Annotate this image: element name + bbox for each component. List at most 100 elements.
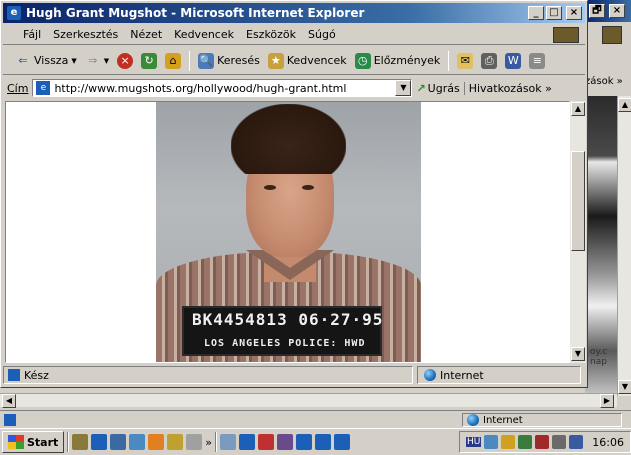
- history-button[interactable]: ◷ Előzmények: [354, 52, 441, 69]
- refresh-icon[interactable]: ↻: [141, 52, 158, 69]
- task-ie3-icon[interactable]: [315, 434, 332, 450]
- background-restore-button[interactable]: 🗗: [589, 4, 605, 18]
- status-bar: Kész Internet: [3, 365, 585, 385]
- desktop-icon[interactable]: [72, 434, 89, 450]
- printer-tray-icon[interactable]: [552, 435, 567, 449]
- search-label: Keresés: [217, 54, 260, 67]
- windows-logo-icon: [553, 27, 579, 43]
- taskbar-separator: [67, 432, 70, 452]
- task-ie2-icon[interactable]: [296, 434, 313, 450]
- scroll-right-arrow-icon[interactable]: ▶: [600, 394, 614, 408]
- background-windows-logo-icon: [602, 26, 622, 44]
- title-bar[interactable]: e Hugh Grant Mugshot - Microsoft Interne…: [3, 3, 585, 23]
- task-paint-icon[interactable]: [277, 434, 294, 450]
- security-zone-label: Internet: [440, 368, 484, 382]
- antivirus-icon[interactable]: [535, 435, 550, 449]
- maximize-button[interactable]: □: [546, 6, 562, 20]
- task-window-icon[interactable]: [220, 434, 237, 450]
- scroll-down-arrow-icon[interactable]: ▼: [571, 347, 585, 361]
- ie-logo-icon[interactable]: e: [7, 6, 21, 20]
- menu-edit[interactable]: Szerkesztés: [53, 28, 118, 41]
- menu-help[interactable]: Súgó: [308, 28, 336, 41]
- favorites-label: Kedvencek: [286, 54, 347, 67]
- folder-icon[interactable]: [167, 434, 184, 450]
- channels-icon[interactable]: [129, 434, 146, 450]
- links-label: Hivatkozások: [468, 81, 542, 95]
- scroll-down-arrow-icon[interactable]: ▼: [618, 380, 631, 394]
- system-tray: HU 16:06: [458, 431, 631, 453]
- menu-view[interactable]: Nézet: [130, 28, 162, 41]
- back-dropdown-icon[interactable]: ▼: [71, 57, 76, 65]
- monitor-icon[interactable]: [518, 435, 533, 449]
- outlook-icon[interactable]: [110, 434, 127, 450]
- page-status-icon: [8, 369, 20, 381]
- stop-icon[interactable]: ×: [117, 52, 134, 69]
- mugshot-hair: [231, 104, 346, 174]
- scroll-up-arrow-icon[interactable]: ▲: [571, 102, 585, 116]
- booking-placard: BK4454813 06·27·95 LOS ANGELES POLICE: H…: [182, 306, 382, 356]
- go-button[interactable]: ↗ Ugrás: [416, 82, 459, 95]
- clock[interactable]: 16:06: [592, 436, 624, 449]
- mail-icon[interactable]: ✉: [457, 52, 474, 69]
- globe-icon: [424, 369, 436, 381]
- links-overflow-icon[interactable]: »: [545, 82, 552, 95]
- start-logo-icon: [8, 435, 24, 449]
- task-ie4-icon[interactable]: [334, 434, 351, 450]
- background-links-label[interactable]: zások »: [585, 76, 623, 87]
- taskbar-separator: [215, 432, 218, 452]
- volume-icon[interactable]: [501, 435, 516, 449]
- background-status-zone: Internet: [462, 413, 622, 427]
- background-titlebar: 🗗 ×: [585, 0, 631, 22]
- messenger-icon[interactable]: [569, 435, 584, 449]
- vertical-scrollbar[interactable]: ▲ ▼: [570, 101, 586, 363]
- tool-icon[interactable]: [186, 434, 203, 450]
- back-button[interactable]: ⇐ Vissza ▼: [15, 53, 76, 69]
- scroll-up-arrow-icon[interactable]: ▲: [618, 98, 631, 112]
- menu-file[interactable]: Fájl: [23, 28, 41, 41]
- ie-quicklaunch-icon[interactable]: [91, 434, 108, 450]
- favorites-button[interactable]: ★ Kedvencek: [267, 52, 347, 69]
- language-indicator[interactable]: HU: [465, 437, 482, 447]
- task-save-icon[interactable]: [258, 434, 275, 450]
- ie-window: e Hugh Grant Mugshot - Microsoft Interne…: [0, 0, 588, 388]
- address-url[interactable]: http://www.mugshots.org/hollywood/hugh-g…: [54, 82, 391, 95]
- discuss-icon[interactable]: ≡: [529, 52, 546, 69]
- taskbar: Start » HU 16:06: [0, 428, 631, 455]
- address-input[interactable]: e http://www.mugshots.org/hollywood/hugh…: [32, 79, 413, 97]
- status-text-panel: Kész: [3, 366, 413, 384]
- network-icon[interactable]: [484, 435, 499, 449]
- forward-dropdown-icon[interactable]: ▼: [104, 57, 109, 65]
- menu-favorites[interactable]: Kedvencek: [174, 28, 234, 41]
- minimize-button[interactable]: _: [528, 6, 544, 20]
- task-ie-icon[interactable]: [239, 434, 256, 450]
- toolbar-separator: [189, 50, 191, 71]
- address-label: Cím: [7, 81, 29, 95]
- background-close-button[interactable]: ×: [609, 4, 625, 18]
- window-title: Hugh Grant Mugshot - Microsoft Internet …: [26, 6, 365, 20]
- background-statusbar: Internet: [0, 410, 631, 428]
- media-icon[interactable]: [148, 434, 165, 450]
- background-horizontal-scrollbar[interactable]: ◀ ▶: [0, 393, 617, 408]
- address-dropdown-icon[interactable]: ▼: [395, 80, 412, 96]
- back-label: Vissza: [34, 54, 69, 67]
- quicklaunch-overflow-icon[interactable]: »: [205, 436, 212, 449]
- print-icon[interactable]: ⎙: [481, 52, 498, 69]
- history-label: Előzmények: [373, 54, 441, 67]
- mugshot-right-eye: [302, 185, 314, 190]
- forward-button[interactable]: ⇒ ▼: [85, 53, 109, 69]
- page-content: BK4454813 06·27·95 LOS ANGELES POLICE: H…: [5, 101, 570, 363]
- search-button[interactable]: 🔍 Keresés: [198, 52, 260, 69]
- start-button[interactable]: Start: [2, 431, 65, 453]
- links-bar[interactable]: Hivatkozások »: [463, 81, 552, 95]
- edit-icon[interactable]: W: [505, 52, 522, 69]
- page-status-icon: [4, 414, 16, 426]
- home-icon[interactable]: ⌂: [165, 52, 182, 69]
- background-page-text: oy.c nap: [590, 347, 608, 367]
- menu-tools[interactable]: Eszközök: [246, 28, 296, 41]
- status-zone-panel: Internet: [417, 366, 581, 384]
- scrollbar-thumb[interactable]: [571, 151, 585, 251]
- background-vertical-scrollbar[interactable]: ▲ ▼: [617, 96, 631, 396]
- close-button[interactable]: ×: [566, 6, 582, 20]
- mugshot-left-eye: [264, 185, 276, 190]
- scroll-left-arrow-icon[interactable]: ◀: [2, 394, 16, 408]
